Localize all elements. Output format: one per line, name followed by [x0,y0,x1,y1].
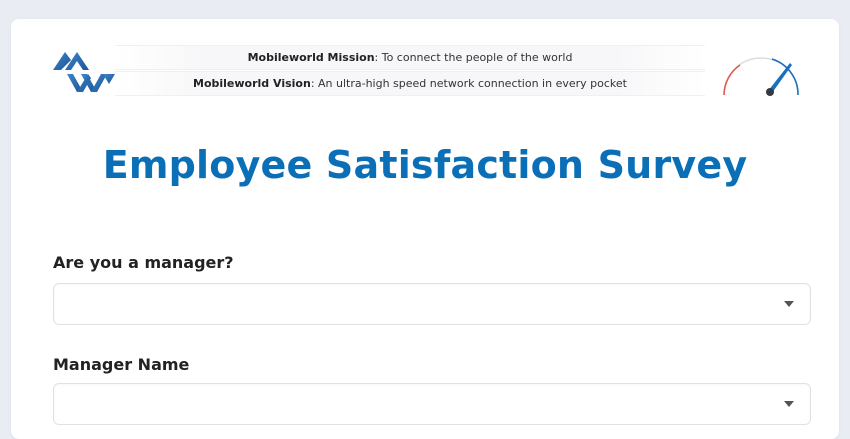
caret-down-icon[interactable] [784,401,794,407]
page-title: Employee Satisfaction Survey [102,143,748,187]
caret-down-icon[interactable] [784,301,794,307]
vision-banner: Mobileworld Vision : An ultra-high speed… [115,71,705,96]
mission-label: Mobileworld Mission [247,51,375,64]
manager-select[interactable] [53,283,811,325]
survey-card: Mobileworld Mission : To connect the peo… [11,19,839,439]
mission-text: : To connect the people of the world [374,51,573,64]
vision-text: : An ultra-high speed network connection… [310,77,627,90]
mission-banner: Mobileworld Mission : To connect the peo… [115,45,705,70]
question-label-manager: Are you a manager? [53,253,234,272]
question-label-manager-name: Manager Name [53,355,190,374]
manager-name-select[interactable] [53,383,811,425]
vision-label: Mobileworld Vision [193,77,311,90]
speedometer-gauge-icon [723,57,799,96]
